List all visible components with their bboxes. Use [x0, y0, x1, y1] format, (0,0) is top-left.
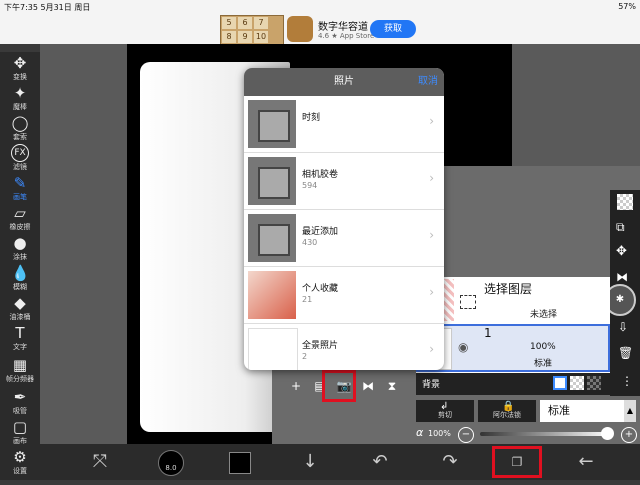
puzzle-tile: 6: [238, 17, 252, 29]
undo-icon[interactable]: ↶: [366, 448, 394, 476]
flip-vertical-icon[interactable]: ⧗: [382, 376, 402, 396]
lock-icon: 🔒: [502, 401, 515, 412]
frame-divider-icon: ▦: [12, 356, 28, 374]
alpha-lock-button[interactable]: 🔒 阿尔法锁: [478, 400, 536, 422]
more-icon[interactable]: ⋮: [621, 374, 633, 388]
layer-opacity: 100%: [530, 342, 556, 352]
clip-button[interactable]: ↲ 剪切: [416, 400, 474, 422]
album-thumbnail: [248, 157, 296, 205]
album-item[interactable]: 全景照片 2 ›: [244, 324, 444, 370]
album-item[interactable]: 个人收藏 21 ›: [244, 267, 444, 324]
ad-app-icon: [287, 16, 313, 42]
transform-select-icon[interactable]: ⤧: [86, 448, 114, 476]
left-toolbar: ✥ 变换 ✦ 魔棒 ◯ 套索 FX 滤镜 ✎ 画笔 ▱ 橡皮擦 ● 涂抹 💧 模糊 ◆ 油漆桶 T…: [0, 52, 40, 480]
clip-icon: ↲: [440, 401, 449, 412]
selection-icon: [460, 295, 476, 309]
album-item[interactable]: 最近添加 430 ›: [244, 210, 444, 267]
puzzle-tile: 7: [254, 17, 268, 29]
blend-arrow-icon[interactable]: ▲: [624, 400, 636, 422]
color-swatch[interactable]: [229, 452, 251, 474]
merge-icon[interactable]: ⧉: [616, 220, 625, 235]
blur-drop-icon: 💧: [11, 264, 30, 282]
photo-picker: 照片 取消 时刻 › 相机胶卷 594 › 最近添加 430 › 个人收藏 21…: [244, 68, 444, 370]
chevron-right-icon: ›: [429, 171, 434, 185]
ad-get-button[interactable]: 获取: [370, 20, 416, 38]
status-bar: 下午7:35 5月31日 周日 57%: [0, 0, 640, 14]
move-down-icon[interactable]: ⇩: [618, 320, 628, 334]
chevron-right-icon: ›: [429, 114, 434, 128]
chevron-right-icon: ›: [429, 285, 434, 299]
layer-side-toolbar: ⧉ ✥ ⧓ ✱ ⇩ 🗑 ⋮: [604, 190, 640, 396]
ad-banner[interactable]: 5 6 7 8 9 10 11 12 数字华容道 4.6 ★ App Store…: [0, 14, 640, 57]
tool-settings[interactable]: ⚙ 设置: [0, 446, 40, 484]
layers-highlight-box: [492, 446, 542, 478]
eraser-icon: ▱: [14, 204, 26, 222]
layer-blend-mode: 标准: [534, 359, 553, 369]
alpha-increase-button[interactable]: +: [621, 427, 637, 443]
alpha-decrease-button[interactable]: −: [458, 427, 474, 443]
layer-name: 1: [484, 326, 492, 340]
bucket-icon: ◆: [14, 294, 26, 312]
picker-title: 照片: [334, 76, 354, 87]
canvas-icon: ▢: [12, 418, 28, 436]
bg-dark-swatch[interactable]: [587, 376, 601, 390]
eyedropper-icon: ✒: [13, 388, 27, 406]
album-item[interactable]: 时刻 ›: [244, 96, 444, 153]
gear-icon: ⚙: [13, 448, 27, 466]
alpha-symbol: α: [416, 426, 424, 439]
ad-puzzle-image: 5 6 7 8 9 10 11 12: [220, 15, 284, 57]
puzzle-tile: 5: [222, 17, 236, 29]
chevron-right-icon: ›: [429, 228, 434, 242]
selection-layer-title: 选择图层: [484, 282, 533, 296]
puzzle-tile: 9: [238, 31, 252, 43]
brush-icon: ✎: [13, 174, 27, 192]
eye-icon[interactable]: ◉: [458, 340, 468, 354]
camera-highlight-box: [322, 370, 356, 402]
move-icon[interactable]: ✥: [616, 244, 627, 259]
album-thumbnail: [248, 271, 296, 319]
redo-icon[interactable]: ↷: [436, 448, 464, 476]
flip-horizontal-icon[interactable]: ⧓: [358, 376, 378, 396]
album-item[interactable]: 相机胶卷 594 ›: [244, 153, 444, 210]
magic-wand-icon: ✦: [13, 84, 27, 102]
trash-icon[interactable]: 🗑: [618, 346, 633, 360]
bg-transparent-swatch[interactable]: [570, 376, 584, 390]
bottom-toolbar: [40, 444, 640, 480]
arrow-down-icon[interactable]: ↓: [296, 448, 324, 476]
chevron-right-icon: ›: [429, 342, 434, 356]
album-thumbnail: [248, 100, 296, 148]
bg-white-swatch[interactable]: [553, 376, 567, 390]
fx-icon: FX: [11, 144, 29, 162]
picker-header: 照片 取消: [244, 68, 444, 96]
lasso-icon: ◯: [11, 114, 29, 132]
transparency-icon[interactable]: [617, 194, 633, 210]
selection-layer-status: 未选择: [530, 310, 558, 320]
alpha-value: 100%: [428, 429, 451, 438]
blend-mode-select[interactable]: 标准: [540, 400, 624, 422]
ad-rating: 4.6 ★ App Store: [318, 32, 375, 40]
transform-icon: ✥: [13, 54, 27, 72]
background-label: 背景: [422, 380, 441, 390]
album-thumbnail: [248, 214, 296, 262]
ad-title: 数字华容道: [318, 22, 368, 33]
puzzle-tile: 10: [254, 31, 268, 43]
add-layer-icon[interactable]: +: [286, 376, 306, 396]
flip-icon[interactable]: ⧓: [616, 270, 628, 284]
back-arrow-icon[interactable]: ←: [572, 448, 600, 476]
smudge-icon: ●: [13, 234, 27, 252]
brush-size-indicator[interactable]: 8.0: [158, 450, 184, 476]
alpha-slider-knob[interactable]: [601, 427, 614, 440]
puzzle-tile: 8: [222, 31, 236, 43]
alpha-slider[interactable]: [480, 432, 610, 436]
battery-indicator: 57%: [618, 2, 636, 11]
picker-cancel-button[interactable]: 取消: [418, 68, 438, 96]
text-icon: T: [15, 324, 25, 342]
album-thumbnail: [248, 328, 298, 370]
status-time-date: 下午7:35 5月31日 周日: [4, 3, 91, 12]
